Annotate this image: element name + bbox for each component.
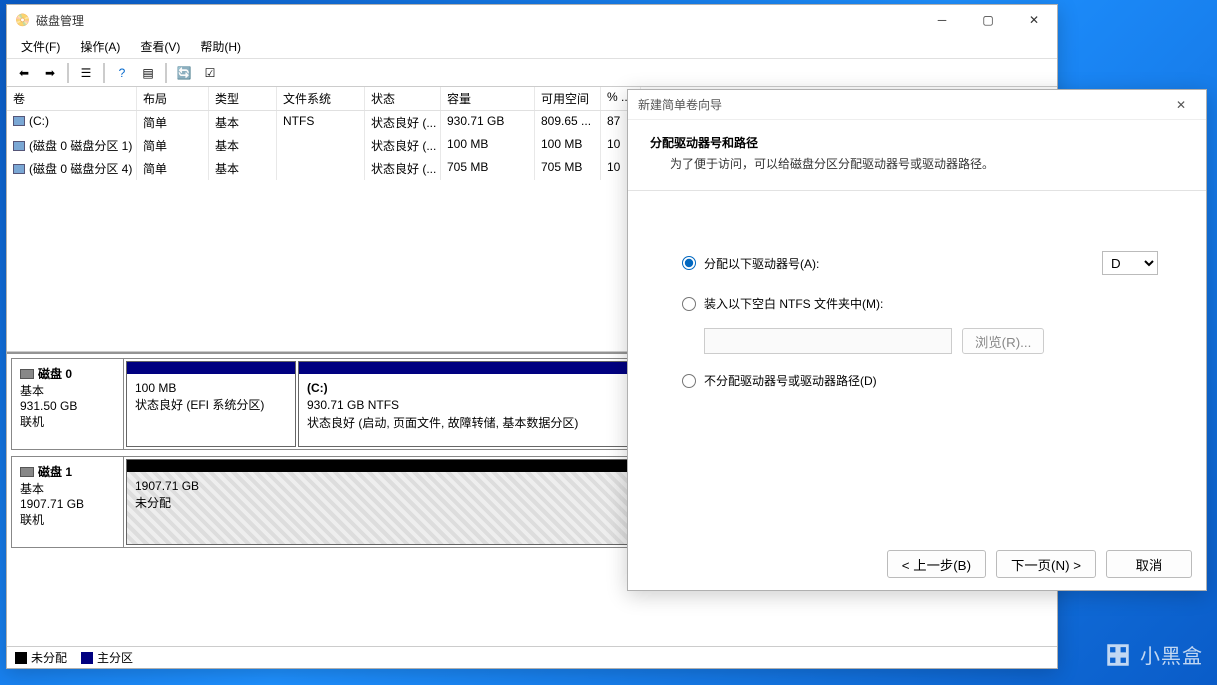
menu-help[interactable]: 帮助(H) <box>194 36 247 57</box>
dialog-close-icon[interactable]: ✕ <box>1166 98 1196 112</box>
list-view-icon[interactable]: ☰ <box>75 62 97 84</box>
disk-label[interactable]: 磁盘 1基本1907.71 GB联机 <box>12 457 124 547</box>
dialog-heading: 分配驱动器号和路径 <box>650 134 1184 151</box>
app-icon: 📀 <box>15 13 30 27</box>
col-volume[interactable]: 卷 <box>7 87 137 110</box>
minimize-button[interactable]: ─ <box>919 5 965 35</box>
legend-unallocated: 未分配 <box>31 651 67 665</box>
menubar: 文件(F) 操作(A) 查看(V) 帮助(H) <box>7 35 1057 59</box>
menu-view[interactable]: 查看(V) <box>134 36 186 57</box>
back-button[interactable]: < 上一步(B) <box>887 550 986 578</box>
label-assign-letter: 分配以下驱动器号(A): <box>704 255 819 272</box>
help-icon[interactable]: ? <box>111 62 133 84</box>
forward-icon[interactable]: ➡ <box>39 62 61 84</box>
watermark: 小黑盒 <box>1104 640 1203 669</box>
mount-path-input <box>704 328 952 354</box>
refresh-icon[interactable]: 🔄 <box>173 62 195 84</box>
detail-view-icon[interactable]: ▤ <box>137 62 159 84</box>
browse-button: 浏览(R)... <box>962 328 1044 354</box>
col-free[interactable]: 可用空间 <box>535 87 601 110</box>
col-capacity[interactable]: 容量 <box>441 87 535 110</box>
close-button[interactable]: ✕ <box>1011 5 1057 35</box>
dialog-subheading: 为了便于访问，可以给磁盘分区分配驱动器号或驱动器路径。 <box>650 155 1184 172</box>
col-type[interactable]: 类型 <box>209 87 277 110</box>
menu-action[interactable]: 操作(A) <box>74 36 126 57</box>
col-layout[interactable]: 布局 <box>137 87 209 110</box>
label-mount-folder: 装入以下空白 NTFS 文件夹中(M): <box>704 295 883 312</box>
watermark-logo-icon <box>1104 641 1132 669</box>
window-title: 磁盘管理 <box>36 12 84 29</box>
separator <box>103 63 105 83</box>
legend: 未分配 主分区 <box>7 646 1057 668</box>
maximize-button[interactable]: ▢ <box>965 5 1011 35</box>
radio-no-assign[interactable] <box>682 374 696 388</box>
radio-mount-folder[interactable] <box>682 297 696 311</box>
dialog-titlebar: 新建简单卷向导 ✕ <box>628 90 1206 120</box>
partition[interactable]: 100 MB状态良好 (EFI 系统分区) <box>126 361 296 447</box>
separator <box>67 63 69 83</box>
drive-letter-select[interactable]: D <box>1102 251 1158 275</box>
next-button[interactable]: 下一页(N) > <box>996 550 1096 578</box>
properties-icon[interactable]: ☑ <box>199 62 221 84</box>
label-no-assign: 不分配驱动器号或驱动器路径(D) <box>704 372 877 389</box>
menu-file[interactable]: 文件(F) <box>15 36 66 57</box>
back-icon[interactable]: ⬅ <box>13 62 35 84</box>
toolbar: ⬅ ➡ ☰ ? ▤ 🔄 ☑ <box>7 59 1057 87</box>
radio-assign-letter[interactable] <box>682 256 696 270</box>
legend-primary: 主分区 <box>97 651 133 665</box>
col-fs[interactable]: 文件系统 <box>277 87 365 110</box>
wizard-dialog: 新建简单卷向导 ✕ 分配驱动器号和路径 为了便于访问，可以给磁盘分区分配驱动器号… <box>627 89 1207 591</box>
cancel-button[interactable]: 取消 <box>1106 550 1192 578</box>
titlebar: 📀 磁盘管理 ─ ▢ ✕ <box>7 5 1057 35</box>
col-status[interactable]: 状态 <box>365 87 441 110</box>
disk-label[interactable]: 磁盘 0基本931.50 GB联机 <box>12 359 124 449</box>
dialog-title: 新建简单卷向导 <box>638 96 722 113</box>
separator <box>165 63 167 83</box>
